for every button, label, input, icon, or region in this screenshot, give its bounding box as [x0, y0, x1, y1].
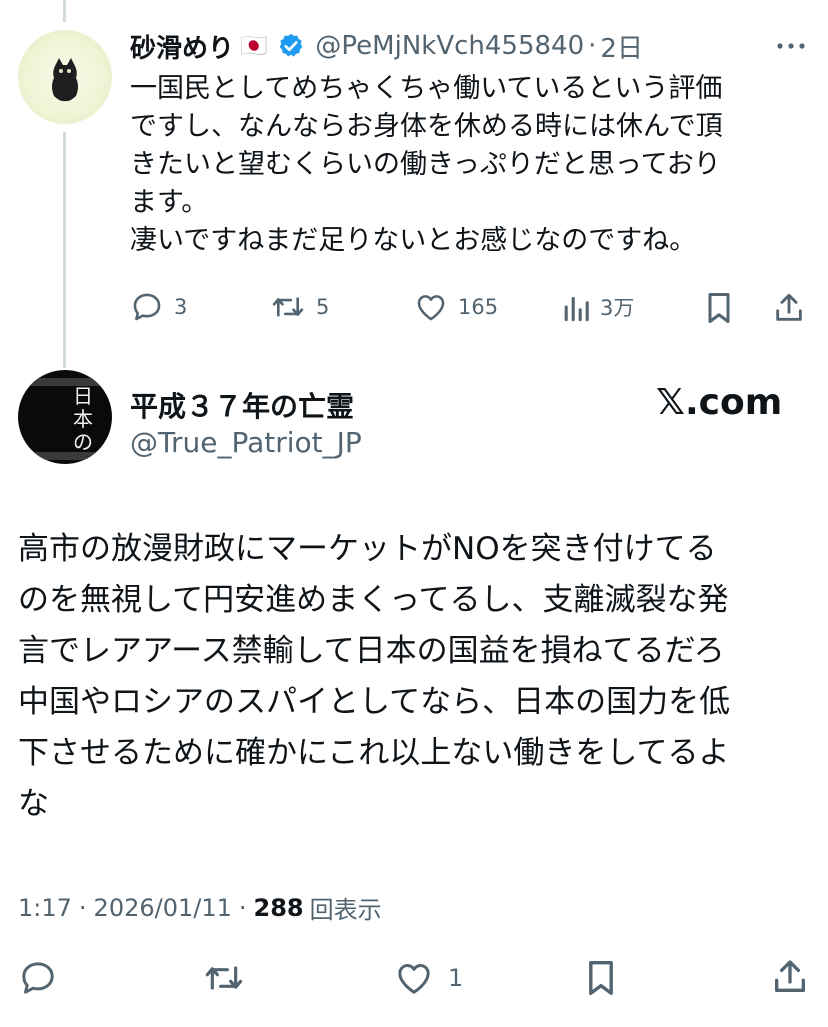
- avatar-char-1: 日: [73, 384, 93, 408]
- main-avatar[interactable]: 日 本 の: [18, 370, 112, 464]
- like-count: 165: [458, 295, 499, 319]
- main-tweet-text: 高市の放漫財政にマーケットがNOを突き付けてる のを無視して円安進めまくってるし…: [18, 531, 731, 822]
- reply-avatar[interactable]: [18, 30, 112, 124]
- repost-button[interactable]: 5: [270, 290, 329, 324]
- bookmark-button[interactable]: [704, 290, 734, 326]
- bookmark-icon: [589, 961, 613, 996]
- repost-count: 5: [316, 295, 330, 319]
- views-chart-icon: [564, 297, 589, 322]
- cat-figure-icon: [52, 58, 78, 102]
- heart-icon: [398, 964, 430, 994]
- main-handle[interactable]: @True_Patriot_JP: [130, 426, 362, 459]
- main-repost-button[interactable]: [202, 958, 246, 998]
- tweet-date[interactable]: 2026/01/11: [94, 894, 232, 922]
- main-like-button[interactable]: 1: [394, 958, 463, 998]
- reply-text: 一国民としてめちゃくちゃ働いているという評価 ですし、なんならお身体を休める時に…: [130, 73, 723, 256]
- reply-display-name[interactable]: 砂滑めり: [130, 28, 234, 65]
- views-count: 3万: [600, 296, 635, 320]
- views-label: 回表示: [309, 896, 382, 924]
- bookmark-icon: [708, 293, 730, 323]
- main-display-name[interactable]: 平成３７年の亡霊: [130, 385, 354, 425]
- share-icon: [776, 293, 802, 321]
- main-reply-button[interactable]: [18, 958, 58, 998]
- heart-icon: [417, 295, 445, 321]
- x-com-watermark: 𝕏.com: [656, 382, 783, 423]
- tweet-meta: 1:17 · 2026/01/11 · 288 回表示: [18, 890, 382, 925]
- like-button[interactable]: 165: [414, 290, 498, 324]
- reply-button[interactable]: 3: [130, 290, 187, 324]
- main-share-button[interactable]: [770, 956, 810, 998]
- comment-icon: [22, 962, 54, 994]
- meta-dot-1: ·: [78, 893, 87, 922]
- separator-dot: ·: [588, 31, 597, 61]
- reply-header: 砂滑めり 🇯🇵 @PeMjNkVch455840 · 2日: [130, 26, 643, 66]
- verified-badge-icon: [280, 33, 303, 57]
- more-options-icon[interactable]: [774, 32, 808, 60]
- jp-flag-icon: 🇯🇵: [240, 33, 268, 59]
- repost-icon: [205, 966, 243, 990]
- comment-icon: [133, 293, 161, 321]
- reply-tweet[interactable]: 砂滑めり 🇯🇵 @PeMjNkVch455840 · 2日 一国民としてめちゃく…: [0, 0, 828, 340]
- avatar-char-3: の: [73, 430, 93, 454]
- views-count-bold: 288: [253, 893, 304, 922]
- tweet-time[interactable]: 1:17: [18, 894, 72, 922]
- reply-timestamp[interactable]: 2日: [600, 28, 643, 65]
- meta-dot-2: ·: [238, 893, 247, 922]
- reply-handle[interactable]: @PeMjNkVch455840: [315, 31, 584, 61]
- share-icon: [775, 960, 805, 992]
- main-like-count: 1: [448, 964, 464, 992]
- repost-icon: [272, 297, 304, 317]
- reply-count: 3: [174, 295, 188, 319]
- views-button[interactable]: 3万: [562, 290, 634, 324]
- avatar-char-2: 本: [73, 407, 93, 431]
- share-button[interactable]: [772, 290, 806, 326]
- main-bookmark-button[interactable]: [584, 956, 618, 1000]
